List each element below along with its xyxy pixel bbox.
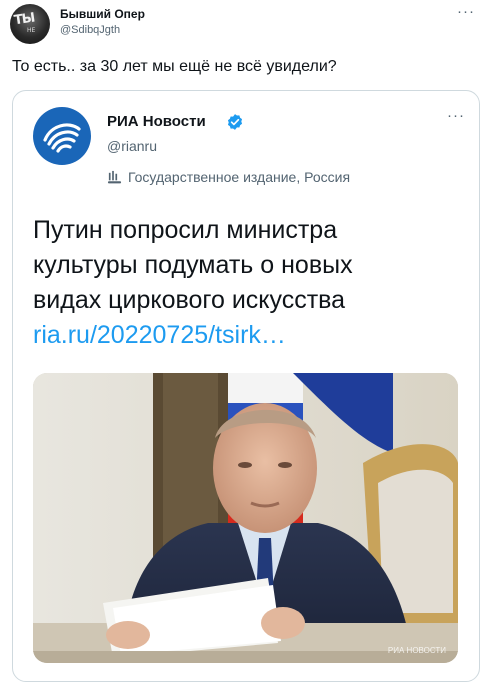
ria-logo-icon	[33, 107, 91, 165]
headline-line: Путин попросил министра	[33, 216, 338, 244]
quoted-author-name[interactable]: РИА Новости	[107, 113, 206, 130]
quoted-more-options-icon[interactable]: ···	[447, 107, 465, 124]
more-options-icon[interactable]: ···	[457, 3, 475, 20]
tweet: ТЫ НЕ Бывший Опер @SdibqJgth ··· То есть…	[0, 0, 487, 682]
photo-watermark: РИА НОВОСТИ	[387, 646, 446, 655]
article-link[interactable]: ria.ru/20220725/tsirk…	[33, 318, 463, 353]
headline-line: культуры подумать о новых	[33, 251, 353, 279]
quoted-tweet-card[interactable]: РИА Новости @rianru Государственное изда…	[12, 90, 480, 682]
quoted-author-handle[interactable]: @rianru	[107, 138, 157, 154]
avatar-subtext: НЕ	[27, 27, 36, 34]
avatar[interactable]: ТЫ НЕ	[10, 4, 50, 44]
state-affiliated-text: Государственное издание, Россия	[128, 169, 351, 185]
author-handle[interactable]: @SdibqJgth	[60, 24, 120, 36]
avatar-text: ТЫ	[13, 10, 36, 29]
tweet-text: То есть.. за 30 лет мы ещё не всё увидел…	[12, 58, 337, 75]
news-photo[interactable]: РИА НОВОСТИ	[33, 373, 458, 663]
government-building-icon	[107, 170, 122, 183]
photo-illustration	[33, 373, 458, 663]
author-name[interactable]: Бывший Опер	[60, 7, 145, 21]
headline-line: видах циркового искусства	[33, 286, 346, 314]
verified-badge-icon	[227, 114, 243, 130]
state-affiliated-label: Государственное издание, Россия	[107, 169, 350, 185]
quoted-headline: Путин попросил министра культуры подумат…	[33, 213, 463, 353]
